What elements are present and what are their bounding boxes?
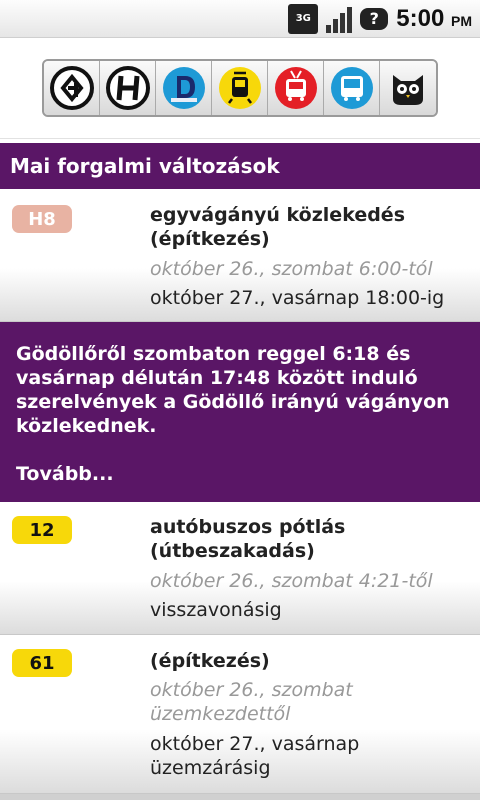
- change-item-61[interactable]: 61 (építkezés) október 26., szombat üzem…: [0, 635, 480, 794]
- ship-filter-button[interactable]: [100, 61, 156, 115]
- change-title: (építkezés): [150, 650, 270, 672]
- change-to: visszavonásig: [150, 599, 282, 621]
- trolley-filter-button[interactable]: [268, 61, 324, 115]
- change-from: október 26., szombat üzemkezdettől: [150, 679, 353, 725]
- clock-time: 5:00: [396, 4, 445, 32]
- change-details-text: Gödöllőről szombaton reggel 6:18 és vasá…: [16, 343, 450, 437]
- change-to: október 27., vasárnap 18:00-ig: [150, 287, 445, 309]
- metro-d-icon: [162, 67, 205, 109]
- bottom-divider: [0, 794, 480, 800]
- line-badge: 12: [12, 516, 72, 544]
- filter-bar: [0, 38, 480, 139]
- night-filter-button[interactable]: [380, 61, 436, 115]
- clock: 5:00 PM: [396, 5, 472, 33]
- hev-logo-icon: [49, 66, 94, 110]
- change-to: október 27., vasárnap üzemzárásig: [150, 733, 360, 779]
- change-item-h8[interactable]: H8 egyvágányú közlekedés (építkezés) okt…: [0, 189, 480, 322]
- tram-filter-button[interactable]: [212, 61, 268, 115]
- line-badge: H8: [12, 205, 72, 233]
- bus-filter-button[interactable]: [324, 61, 380, 115]
- more-link[interactable]: Tovább...: [16, 462, 464, 486]
- h-logo-icon: [105, 66, 150, 110]
- owl-icon: [393, 75, 423, 105]
- line-badge: 61: [12, 649, 72, 677]
- signal-strength-icon: [326, 5, 353, 33]
- change-title: autóbuszos pótlás (útbeszakadás): [150, 516, 346, 562]
- status-bar: 3G ? 5:00 PM: [0, 0, 480, 38]
- bus-icon: [330, 67, 373, 109]
- metro-filter-button[interactable]: [156, 61, 212, 115]
- filter-icon-strip: [42, 59, 438, 117]
- changes-header: Mai forgalmi változások: [0, 143, 480, 189]
- tram-icon: [218, 67, 261, 109]
- hev-filter-button[interactable]: [44, 61, 100, 115]
- clock-ampm: PM: [451, 12, 472, 29]
- alert-icon: ?: [360, 7, 389, 30]
- change-details-panel: Gödöllőről szombaton reggel 6:18 és vasá…: [0, 322, 480, 502]
- change-from: október 26., szombat 6:00-tól: [150, 258, 433, 280]
- change-item-12[interactable]: 12 autóbuszos pótlás (útbeszakadás) októ…: [0, 502, 480, 635]
- change-title: egyvágányú közlekedés (építkezés): [150, 204, 405, 250]
- network-3g-icon: 3G: [288, 3, 319, 34]
- change-from: október 26., szombat 4:21-től: [150, 570, 433, 592]
- trolleybus-icon: [274, 67, 317, 109]
